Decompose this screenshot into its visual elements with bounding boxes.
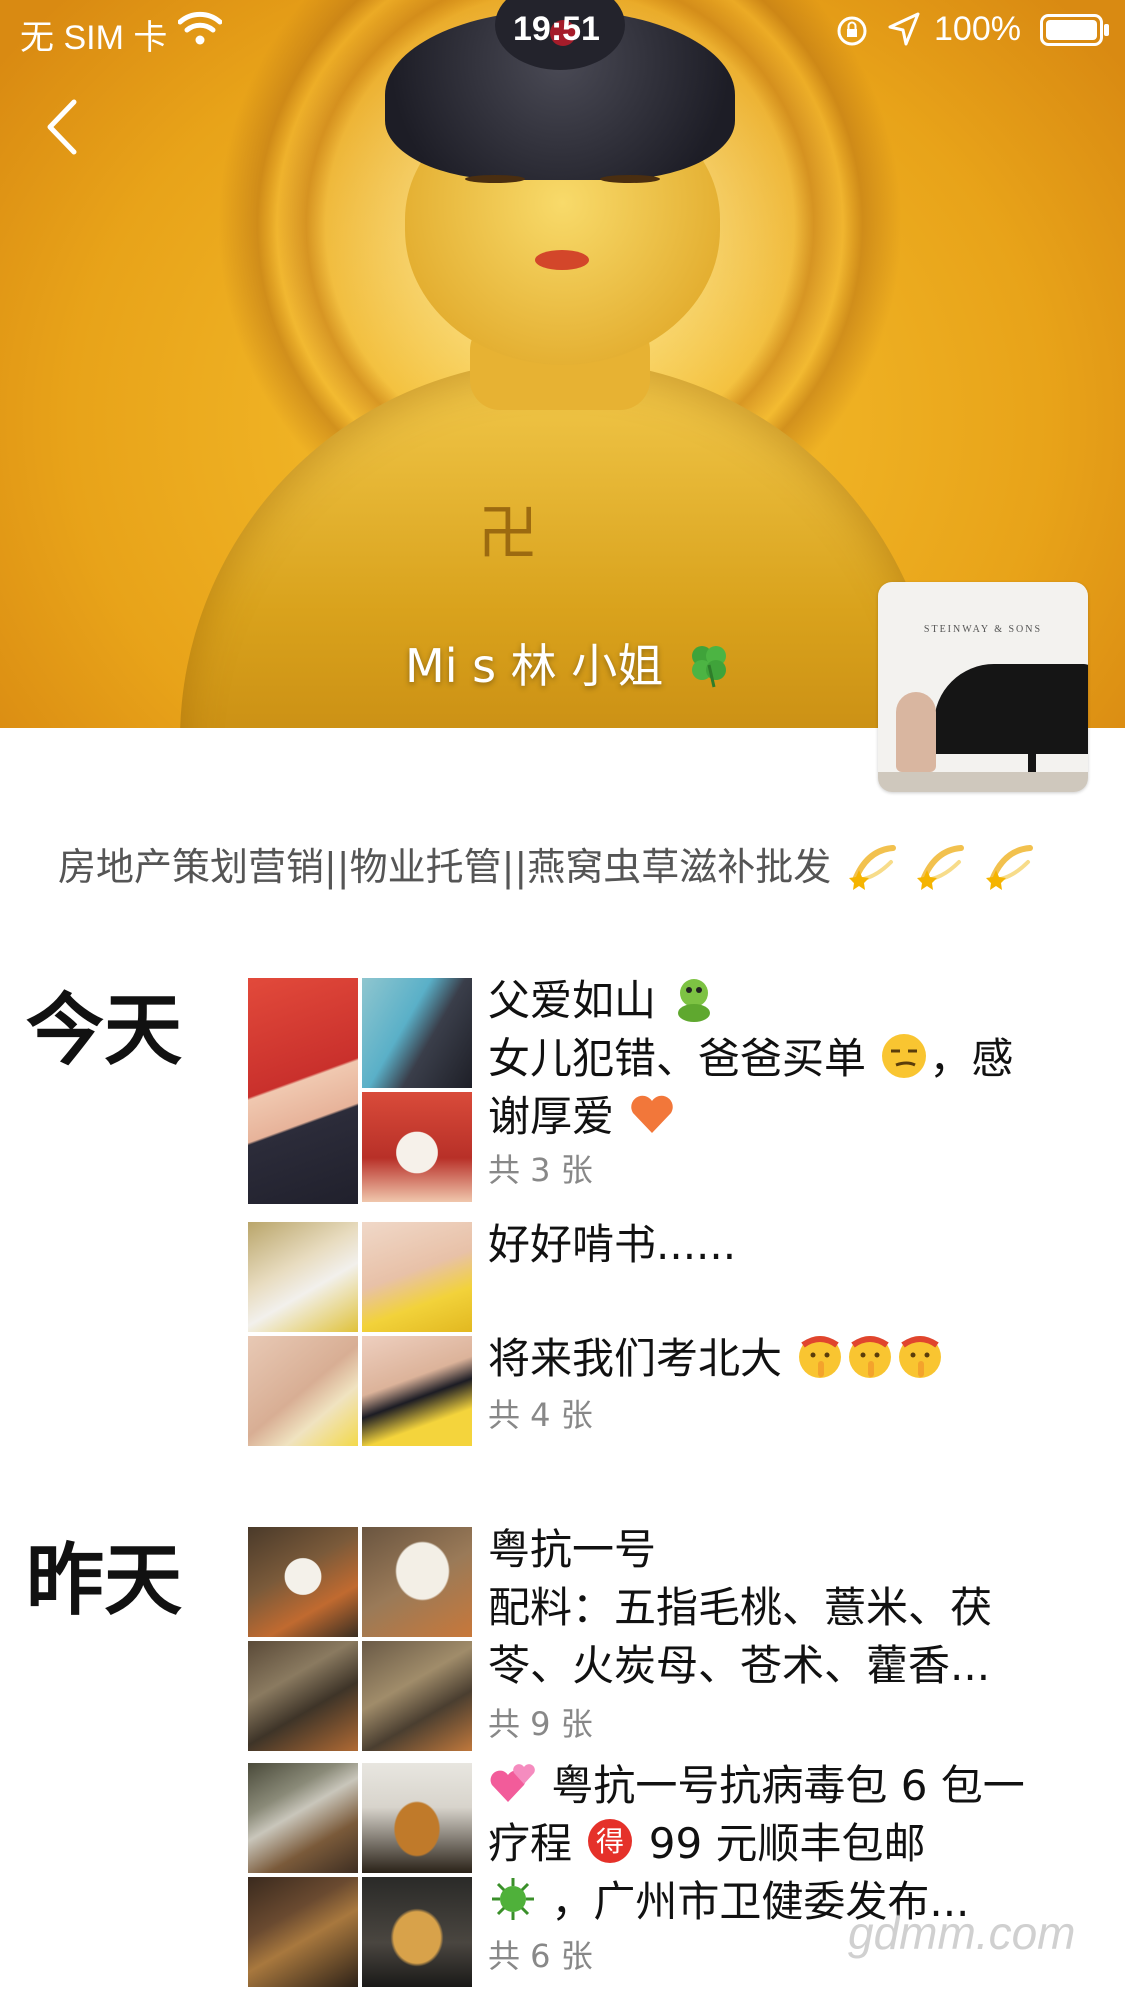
- post-text-line: 女儿犯错、爸爸买单: [488, 1034, 867, 1083]
- post-text: 粤抗一号 配料：五指毛桃、薏米、茯 苓、火炭母、苍术、藿香...: [488, 1521, 1098, 1695]
- signature-text: 房地产策划营销||物业托管||燕窝虫草滋补批发: [58, 845, 832, 889]
- svg-text:得: 得: [596, 1825, 624, 1858]
- watermark-text: gdmm.com: [848, 1907, 1076, 1959]
- orange-heart-icon: [631, 1095, 674, 1133]
- profile-avatar[interactable]: STEINWAY & SONS: [878, 582, 1088, 792]
- battery-percentage: 100%: [934, 10, 1021, 48]
- post-text-line: 好好啃书......: [488, 1220, 737, 1269]
- orientation-lock-icon: [837, 16, 867, 46]
- avatar-floor: [878, 772, 1088, 792]
- nickname-text: Mi s 林 小姐: [405, 639, 664, 693]
- avatar-piano: [934, 664, 1088, 754]
- post-thumbnails: [248, 978, 474, 1204]
- profile-nickname[interactable]: Mi s 林 小姐: [405, 630, 734, 696]
- profile-signature: 房地产策划营销||物业托管||燕窝虫草滋补批发: [58, 836, 1036, 892]
- bargain-badge-icon: 得: [588, 1819, 633, 1863]
- post-thumbnails: [248, 1527, 474, 1753]
- frog-emoji-icon: [678, 979, 711, 1022]
- post-text-line: 99 元顺丰包邮: [648, 1819, 926, 1868]
- status-time: 19:51: [513, 10, 600, 48]
- buddha-lips: [535, 250, 589, 270]
- wifi-icon: [178, 11, 222, 45]
- post-text-line: ，感: [929, 1034, 1014, 1083]
- post-image-count: 共 9 张: [488, 1705, 593, 1743]
- day-label-today: 今天: [26, 986, 183, 1076]
- post-thumbnail: [248, 1763, 358, 1873]
- post-text: 粤抗一号抗病毒包 6 包一 疗程 得 99 元顺丰包邮 ，广州市卫健委发布...: [488, 1757, 1098, 1931]
- post-text-line: 将来我们考北大: [488, 1334, 783, 1383]
- moment-post[interactable]: 好好啃书...... 将来我们考北大 共 4 张: [248, 1220, 1098, 1448]
- microbe-icon: [492, 1878, 534, 1920]
- post-thumbnail: [248, 1336, 358, 1446]
- post-thumbnail: [362, 1527, 472, 1637]
- post-text-line: 疗程: [488, 1819, 573, 1868]
- avatar-person: [896, 692, 936, 772]
- battery-icon: [1040, 14, 1109, 46]
- dizzy-star-icon: [985, 845, 1033, 890]
- post-text-line: 苓、火炭母、苍术、藿香...: [488, 1641, 991, 1690]
- post-thumbnail: [362, 978, 472, 1088]
- buddha-eye-right: [600, 175, 660, 183]
- post-thumbnail: [362, 1092, 472, 1202]
- smirk-emoji-icon: [882, 1034, 927, 1078]
- post-thumbnail: [248, 1877, 358, 1987]
- post-thumbnail: [248, 978, 358, 1204]
- avatar-brand-text: STEINWAY & SONS: [923, 624, 1043, 635]
- post-image-count: 共 4 张: [488, 1396, 593, 1434]
- post-thumbnails: [248, 1222, 474, 1448]
- post-thumbnail: [362, 1222, 472, 1332]
- shushing-face-emoji-icon: [899, 1336, 942, 1378]
- moment-post[interactable]: 粤抗一号 配料：五指毛桃、薏米、茯 苓、火炭母、苍术、藿香... 共 9 张: [248, 1525, 1098, 1753]
- post-thumbnail: [362, 1877, 472, 1987]
- dizzy-star-icon: [917, 845, 965, 890]
- post-text-line: 粤抗一号: [488, 1525, 657, 1574]
- post-text-line: 谢厚爱: [488, 1092, 615, 1141]
- chest-symbol: 卍: [478, 499, 538, 569]
- post-thumbnail: [362, 1336, 472, 1446]
- two-hearts-icon: [490, 1764, 535, 1802]
- day-label-yesterday: 昨天: [26, 1536, 183, 1626]
- post-text-line: 配料：五指毛桃、薏米、茯: [488, 1583, 993, 1632]
- carrier-label: 无 SIM 卡: [20, 19, 168, 57]
- post-thumbnail: [362, 1641, 472, 1751]
- status-bar: 无 SIM 卡 19:51 100%: [0, 0, 1125, 60]
- post-thumbnail: [248, 1641, 358, 1751]
- post-text-line: 粤抗一号抗病毒包 6 包一: [551, 1761, 1025, 1810]
- post-thumbnail: [362, 1763, 472, 1873]
- shushing-face-emoji-icon: [799, 1336, 842, 1378]
- back-button[interactable]: [36, 92, 92, 162]
- post-thumbnails: [248, 1763, 474, 1989]
- post-text-line: 父爱如山: [488, 976, 657, 1025]
- post-text: 好好啃书...... 将来我们考北大: [488, 1216, 1098, 1388]
- post-image-count: 共 3 张: [488, 1151, 593, 1189]
- buddha-eye-left: [465, 175, 525, 183]
- shushing-face-emoji-icon: [849, 1336, 892, 1378]
- moment-post[interactable]: 父爱如山 女儿犯错、爸爸买单 ，感 谢厚爱 共 3 张: [248, 976, 1098, 1204]
- dizzy-star-icon: [849, 845, 897, 890]
- four-leaf-clover-icon: [691, 646, 726, 688]
- location-arrow-icon: [888, 12, 920, 46]
- post-image-count: 共 6 张: [488, 1937, 593, 1975]
- post-thumbnail: [248, 1527, 358, 1637]
- post-thumbnail: [248, 1222, 358, 1332]
- post-text: 父爱如山 女儿犯错、爸爸买单 ，感 谢厚爱: [488, 972, 1098, 1146]
